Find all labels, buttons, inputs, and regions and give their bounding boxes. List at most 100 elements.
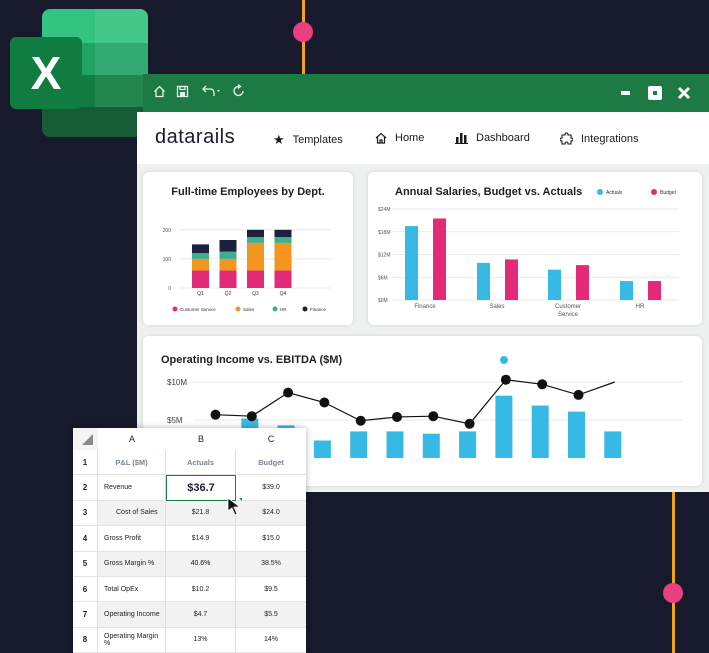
row-number[interactable]: 5 bbox=[73, 551, 98, 577]
value-cell[interactable]: $24.0 bbox=[236, 500, 306, 527]
sheet-corner[interactable] bbox=[73, 428, 99, 451]
bar bbox=[495, 395, 513, 458]
y-tick-label: 200 bbox=[163, 228, 172, 234]
header-cell[interactable]: Actuals bbox=[166, 450, 236, 476]
row-number[interactable]: 1 bbox=[73, 450, 98, 476]
window-titlebar bbox=[143, 74, 709, 112]
bar-segment bbox=[247, 229, 264, 238]
legend-label: Finance bbox=[310, 307, 327, 312]
row-label-cell[interactable]: Total OpEx bbox=[98, 577, 166, 603]
nav-item-home[interactable]: Home bbox=[375, 132, 424, 144]
line-point bbox=[246, 411, 257, 422]
nav-label-templates: Templates bbox=[292, 134, 343, 146]
row-number[interactable]: 3 bbox=[73, 500, 98, 527]
nav-item-templates[interactable]: ★ Templates bbox=[273, 132, 343, 148]
header-cell[interactable]: P&L ($M) bbox=[98, 450, 166, 476]
excel-x-letter: X bbox=[30, 47, 62, 99]
y-tick-label: $24M bbox=[378, 207, 391, 213]
undo-icon[interactable] bbox=[200, 84, 222, 98]
value-cell[interactable]: 14% bbox=[236, 627, 306, 653]
mouse-cursor-icon bbox=[227, 497, 242, 516]
value-cell[interactable]: 38.5% bbox=[236, 551, 306, 577]
legend-marker bbox=[500, 356, 508, 364]
bar-segment bbox=[274, 242, 292, 271]
value-cell[interactable]: $39.0 bbox=[236, 475, 306, 501]
bar bbox=[548, 269, 561, 300]
bar-segment bbox=[247, 270, 264, 288]
column-header-c[interactable]: C bbox=[236, 428, 306, 451]
bar-segment bbox=[192, 244, 209, 254]
bar bbox=[505, 259, 518, 300]
employees-stacked-bar-chart: 200 100 0 Q1 Q2 Q3 Q4 Customer Service Sales HR Fi… bbox=[163, 228, 331, 312]
nav-item-integrations[interactable]: Integrations bbox=[560, 132, 638, 145]
row-label-cell[interactable]: Revenue bbox=[98, 475, 166, 501]
y-tick-label: $0M bbox=[378, 298, 388, 304]
line-point bbox=[573, 389, 584, 400]
row-label-cell[interactable]: Operating Margin % bbox=[98, 627, 166, 653]
column-header-a[interactable]: A bbox=[98, 428, 167, 451]
star-icon: ★ bbox=[273, 132, 285, 147]
row-label-cell[interactable]: Cost of Sales bbox=[98, 500, 166, 527]
bar bbox=[620, 281, 633, 300]
close-icon[interactable] bbox=[677, 86, 691, 100]
x-tick-label: Finance bbox=[414, 304, 436, 310]
value-cell[interactable]: $15.0 bbox=[236, 526, 306, 552]
x-tick-label: Service bbox=[558, 312, 579, 318]
legend-swatch bbox=[272, 306, 278, 312]
line-point bbox=[464, 418, 475, 429]
row-number[interactable]: 8 bbox=[73, 627, 98, 653]
restore-icon[interactable] bbox=[648, 86, 662, 100]
line-point bbox=[355, 415, 366, 426]
legend-label: Actuals bbox=[606, 190, 623, 196]
nav-label-dashboard: Dashboard bbox=[476, 132, 530, 144]
bar bbox=[648, 281, 661, 300]
x-tick-label: Q1 bbox=[197, 291, 204, 297]
header-cell[interactable]: Budget bbox=[236, 450, 306, 476]
bar-segment bbox=[219, 240, 237, 252]
y-tick-label: $12M bbox=[378, 253, 391, 259]
column-header-b[interactable]: B bbox=[166, 428, 237, 451]
row-number[interactable]: 4 bbox=[73, 526, 98, 552]
bar bbox=[604, 431, 622, 458]
bar-chart-icon bbox=[455, 133, 468, 144]
bar bbox=[477, 262, 490, 300]
value-cell[interactable]: $4.7 bbox=[166, 602, 236, 628]
line-point bbox=[500, 374, 511, 385]
refresh-icon[interactable] bbox=[232, 84, 246, 98]
value-cell[interactable]: 13% bbox=[166, 627, 236, 653]
save-icon[interactable] bbox=[176, 85, 189, 98]
value-cell[interactable]: $14.9 bbox=[166, 526, 236, 552]
accent-line-bottom bbox=[672, 492, 675, 653]
line-point bbox=[392, 411, 402, 422]
bar-segment bbox=[219, 270, 237, 288]
ebitda-line bbox=[215, 379, 616, 425]
brand-logo[interactable]: datarails bbox=[155, 126, 235, 149]
nav-item-dashboard[interactable]: Dashboard bbox=[455, 132, 530, 144]
value-cell[interactable]: $9.5 bbox=[236, 577, 306, 603]
bar bbox=[405, 226, 418, 300]
x-tick-label: Sales bbox=[489, 304, 504, 310]
nav-bar: datarails ★ Templates Home Dashboard Int… bbox=[137, 112, 709, 164]
bar-segment bbox=[219, 251, 237, 259]
nav-label-integrations: Integrations bbox=[581, 132, 639, 145]
bar-segment bbox=[274, 237, 292, 243]
minimize-icon[interactable] bbox=[621, 91, 630, 95]
bar bbox=[568, 411, 585, 458]
row-label-cell[interactable]: Gross Margin % bbox=[98, 551, 166, 577]
home-icon[interactable] bbox=[153, 85, 166, 98]
salaries-chart-card: Annual Salaries, Budget vs. Actuals $24M… bbox=[368, 172, 702, 325]
y-tick-label: $18M bbox=[378, 230, 391, 236]
y-tick-label: $10M bbox=[167, 378, 187, 387]
value-cell[interactable]: $5.5 bbox=[236, 602, 306, 628]
bar bbox=[350, 431, 368, 458]
value-cell[interactable]: 40.6% bbox=[166, 551, 236, 577]
row-number[interactable]: 6 bbox=[73, 577, 98, 603]
line-point bbox=[210, 409, 221, 420]
value-cell[interactable]: $10.2 bbox=[166, 577, 236, 603]
row-label-cell[interactable]: Gross Profit bbox=[98, 526, 166, 552]
y-tick-label: 100 bbox=[163, 257, 172, 263]
row-number[interactable]: 2 bbox=[73, 475, 98, 501]
legend-swatch bbox=[235, 306, 241, 312]
row-number[interactable]: 7 bbox=[73, 602, 98, 628]
row-label-cell[interactable]: Operating Income bbox=[98, 602, 166, 628]
